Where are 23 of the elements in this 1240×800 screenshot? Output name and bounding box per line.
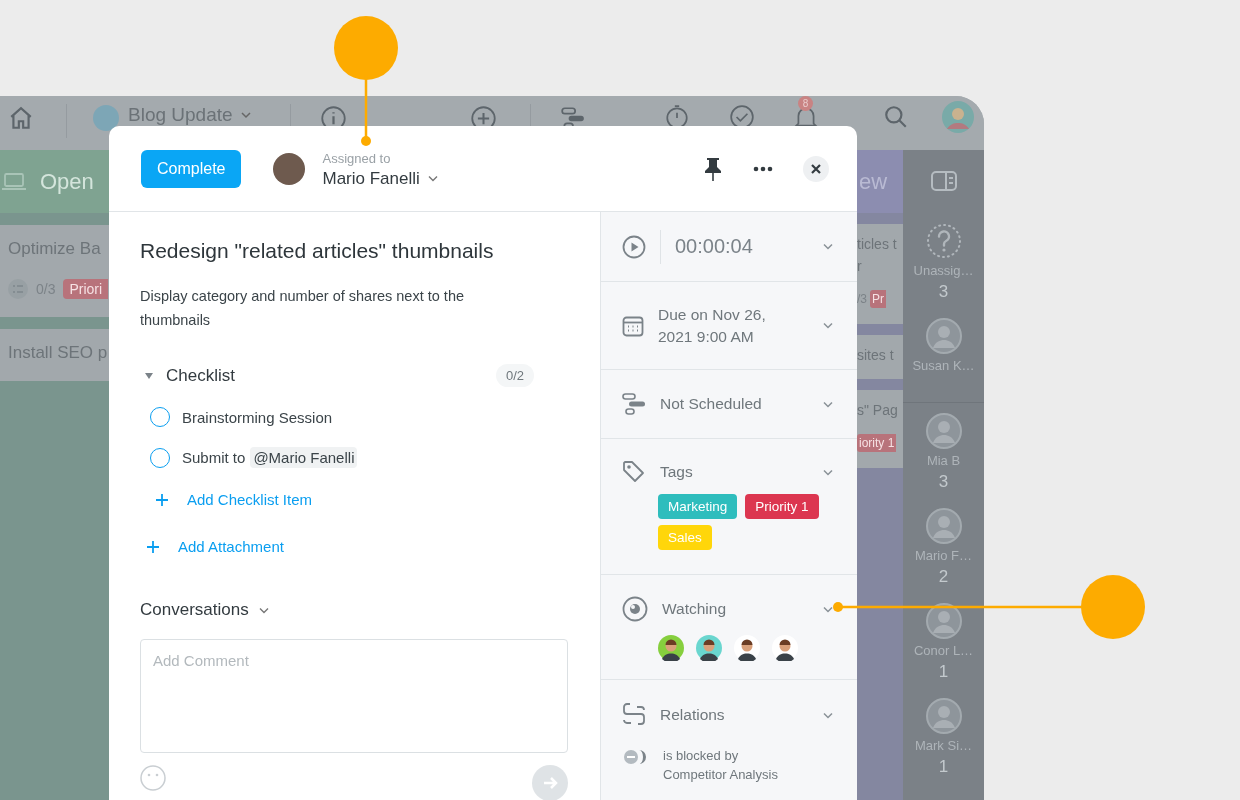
task-count: 1 bbox=[938, 757, 949, 777]
relation-type: is blocked by bbox=[663, 748, 740, 763]
checklist-count: 0/2 bbox=[495, 364, 534, 387]
tags-title: Tags bbox=[660, 463, 693, 481]
checklist-item-text: Brainstorming Session bbox=[182, 408, 333, 426]
relations-title: Relations bbox=[660, 706, 725, 724]
task-title: Redesign "related articles" thumbnails bbox=[140, 239, 494, 263]
timer-value: 00:00:04 bbox=[675, 235, 753, 258]
tag-label: Pr bbox=[870, 290, 886, 308]
tag-label: iority 1 bbox=[857, 434, 897, 452]
task-count: 1 bbox=[938, 662, 949, 682]
task-description: Display category and number of shares next to the thumbnails bbox=[140, 287, 465, 330]
due-date: Due on Nov 26, 2021 9:00 AM bbox=[658, 304, 767, 347]
task-count: 3 bbox=[938, 282, 949, 302]
assigned-label: Assigned to bbox=[322, 150, 392, 166]
task-count: 3 bbox=[938, 472, 949, 492]
tag-label: Priori bbox=[63, 279, 109, 299]
checklist-title: Checklist bbox=[166, 365, 235, 386]
schedule-status: Not Scheduled bbox=[660, 395, 762, 413]
checklist-item-text: Submit to bbox=[182, 449, 246, 466]
column-title: Open bbox=[40, 168, 94, 195]
watching-title: Watching bbox=[662, 600, 727, 618]
task-count: 2 bbox=[938, 567, 949, 587]
